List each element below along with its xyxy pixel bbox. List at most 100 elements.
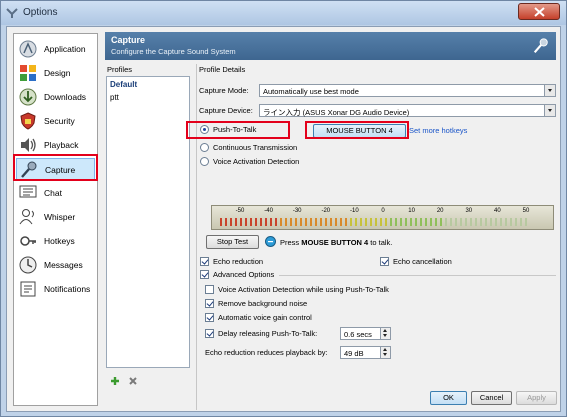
nav-item-label: Playback <box>44 140 79 150</box>
profile-item-default[interactable]: Default <box>110 80 137 89</box>
section-subtitle: Configure the Capture Sound System <box>111 47 236 56</box>
nav-item-label: Downloads <box>44 92 87 102</box>
meter-tick-label: -10 <box>350 208 359 214</box>
close-button[interactable] <box>518 3 560 20</box>
continuous-transmission-label: Continuous Transmission <box>213 143 298 152</box>
nav-item-label: Hotkeys <box>44 236 75 246</box>
meter-segment <box>285 218 287 226</box>
nav-item-messages[interactable]: Messages <box>16 254 95 276</box>
nav-item-hotkeys[interactable]: Hotkeys <box>16 230 95 252</box>
meter-segment <box>305 218 307 226</box>
nav-item-label: Design <box>44 68 71 78</box>
meter-segment <box>460 218 462 226</box>
security-icon <box>20 112 36 130</box>
meter-segment <box>365 218 367 226</box>
echo-reduces-spinner[interactable]: 49 dB <box>340 346 391 359</box>
meter-segment <box>520 218 522 226</box>
press-to-talk-hint: Press MOUSE BUTTON 4 to talk. <box>280 238 392 247</box>
meter-tick-label: 10 <box>408 208 415 214</box>
meter-segment <box>415 218 417 226</box>
profile-details-heading: Profile Details <box>199 65 246 74</box>
capture-mode-value: Automatically use best mode <box>263 87 359 96</box>
nav-item-label: Application <box>44 44 86 54</box>
level-meter[interactable]: -50 -40 -30 -20 -10 0 10 20 30 40 50 <box>211 205 554 230</box>
echo-cancellation-label: Echo cancellation <box>393 257 452 266</box>
nav-item-application[interactable]: Application <box>16 38 95 60</box>
plus-icon[interactable] <box>110 376 120 386</box>
meter-segment <box>385 218 387 226</box>
meter-segment <box>325 218 327 226</box>
nav-item-design[interactable]: Design <box>16 62 95 84</box>
remove-noise-label: Remove background noise <box>218 299 308 308</box>
apply-button[interactable]: Apply <box>516 391 557 405</box>
meter-segment <box>290 218 292 226</box>
meter-segment <box>430 218 432 226</box>
advanced-options-checkbox[interactable] <box>200 270 209 279</box>
spinner-arrows-icon[interactable] <box>380 328 390 339</box>
options-window: Options Application Design Downloads Sec… <box>0 0 567 417</box>
voice-activation-radio[interactable] <box>200 157 209 166</box>
cancel-button[interactable]: Cancel <box>471 391 512 405</box>
nav-item-playback[interactable]: Playback <box>16 134 95 156</box>
nav-item-chat[interactable]: Chat <box>16 182 95 204</box>
options-nav: Application Design Downloads Security Pl… <box>13 33 98 406</box>
meter-segment <box>420 218 422 226</box>
chevron-down-icon[interactable] <box>544 85 555 96</box>
ok-button[interactable]: OK <box>430 391 467 405</box>
set-more-hotkeys-link[interactable]: Set more hotkeys <box>409 126 467 135</box>
meter-segment <box>225 218 227 226</box>
continuous-transmission-radio[interactable] <box>200 143 209 152</box>
stop-test-button[interactable]: Stop Test <box>206 235 259 249</box>
title-bar[interactable]: Options <box>1 1 566 25</box>
meter-tick-label: 40 <box>494 208 501 214</box>
meter-segment <box>330 218 332 226</box>
profile-item-ptt[interactable]: ptt <box>110 93 119 102</box>
meter-segment <box>455 218 457 226</box>
meter-segment <box>405 218 407 226</box>
meter-segment <box>310 218 312 226</box>
meter-segment <box>240 218 242 226</box>
meter-segment <box>510 218 512 226</box>
meter-segment <box>295 218 297 226</box>
options-client-area: Application Design Downloads Security Pl… <box>6 26 561 412</box>
profiles-list[interactable]: Default ptt <box>106 76 190 368</box>
nav-item-notifications[interactable]: Notifications <box>16 278 95 300</box>
close-icon <box>534 7 545 17</box>
talk-status-icon <box>265 236 276 247</box>
meter-segment <box>495 218 497 226</box>
echo-reduction-checkbox[interactable] <box>200 257 209 266</box>
echo-reduces-value: 49 dB <box>344 349 364 358</box>
meter-segment <box>390 218 392 226</box>
delay-release-spinner[interactable]: 0.6 secs <box>340 327 391 340</box>
auto-gain-label: Automatic voice gain control <box>218 313 312 322</box>
capture-device-label: Capture Device: <box>199 106 253 115</box>
meter-tick-label: 50 <box>522 208 530 214</box>
nav-item-security[interactable]: Security <box>16 110 95 132</box>
vad-while-ptt-checkbox[interactable] <box>205 285 214 294</box>
nav-item-downloads[interactable]: Downloads <box>16 86 95 108</box>
delay-release-checkbox[interactable] <box>205 329 214 338</box>
press-prefix: Press <box>280 238 302 247</box>
meter-segment <box>255 218 257 226</box>
meter-segment <box>250 218 252 226</box>
nav-item-label: Notifications <box>44 284 91 294</box>
nav-item-label: Chat <box>44 188 62 198</box>
x-icon[interactable] <box>128 376 138 386</box>
capture-device-select[interactable]: ライン入力 (ASUS Xonar DG Audio Device) <box>259 104 556 117</box>
nav-item-whisper[interactable]: Whisper <box>16 206 95 228</box>
spinner-arrows-icon[interactable] <box>380 347 390 358</box>
meter-segment <box>345 218 347 226</box>
chevron-down-icon[interactable] <box>544 105 555 116</box>
meter-segment <box>465 218 467 226</box>
meter-segment <box>490 218 492 226</box>
hotkeys-icon <box>20 236 36 246</box>
press-suffix: to talk. <box>368 238 393 247</box>
auto-gain-checkbox[interactable] <box>205 313 214 322</box>
section-header: Capture Configure the Capture Sound Syst… <box>105 32 556 60</box>
capture-mode-select[interactable]: Automatically use best mode <box>259 84 556 97</box>
meter-segment <box>485 218 487 226</box>
echo-cancellation-checkbox[interactable] <box>380 257 389 266</box>
meter-tick-label: -30 <box>292 208 302 214</box>
design-icon <box>20 65 36 81</box>
remove-noise-checkbox[interactable] <box>205 299 214 308</box>
